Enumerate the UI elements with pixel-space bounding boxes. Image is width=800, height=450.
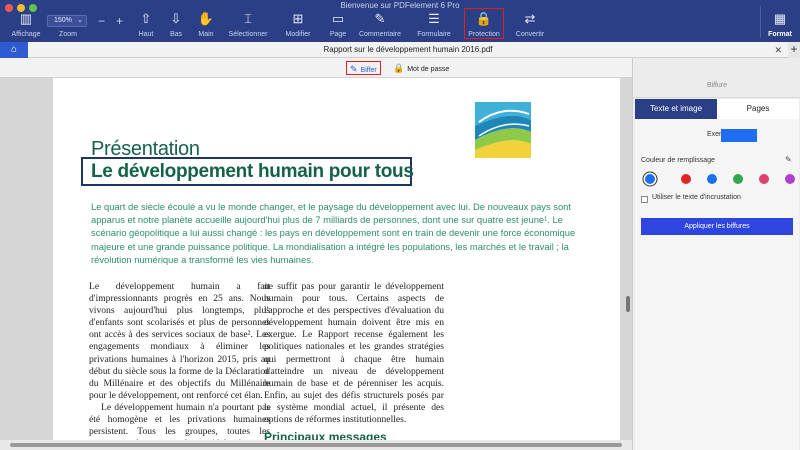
- fill-color-label: Couleur de remplissage: [641, 157, 715, 164]
- panel-body: Exen Couleur de remplissage ✎ Utiliser l…: [635, 119, 799, 450]
- apply-redactions-button[interactable]: Appliquer les biffures: [641, 218, 793, 235]
- toolbar-convertir[interactable]: ⇄ Convertir: [510, 9, 550, 38]
- page-up-icon: ⇧: [140, 11, 152, 26]
- password-button[interactable]: 🔒 Mot de passe: [390, 61, 452, 75]
- lock-icon: 🔒: [393, 63, 405, 73]
- toolbar-haut[interactable]: ⇧ Haut: [132, 9, 160, 38]
- zoom-in-button[interactable]: +: [116, 14, 123, 28]
- redaction-panel: Biffure Texte et image Pages Exen Couleu…: [632, 58, 800, 450]
- convert-icon: ⇄: [524, 11, 536, 26]
- hand-icon: ✋: [197, 11, 215, 26]
- zoom-select[interactable]: 150% ⌄: [47, 15, 87, 27]
- pdf-page[interactable]: Présentation Le développement humain pou…: [53, 78, 620, 450]
- close-icon[interactable]: ✕: [774, 42, 782, 58]
- protection-subtoolbar: ✎ Biffer 🔒 Mot de passe: [0, 58, 632, 78]
- zoom-out-button[interactable]: −: [98, 14, 105, 28]
- toolbar-zoom-label: Zoom: [59, 31, 77, 38]
- toolbar-page[interactable]: ▭ Page: [324, 9, 352, 38]
- vertical-scrollbar[interactable]: [626, 296, 630, 312]
- toolbar-modifier[interactable]: ⊞ Modifier: [280, 9, 316, 38]
- horizontal-scrollbar[interactable]: [10, 443, 622, 447]
- paragraph: Le développement humain a fait d'impress…: [89, 281, 270, 401]
- toolbar-selectionner[interactable]: ⌶ Sélectionner: [224, 9, 272, 38]
- toolbar-main[interactable]: ✋ Main: [192, 9, 220, 38]
- intro-paragraph: Le quart de siècle écoulé a vu le monde …: [91, 201, 576, 265]
- color-swatch[interactable]: [681, 174, 691, 184]
- paragraph: ne suffit pas pour garantir le développe…: [264, 281, 444, 426]
- color-swatch[interactable]: [645, 174, 655, 184]
- page-icon: ▭: [331, 11, 345, 26]
- chevron-down-icon: ⌄: [77, 17, 83, 24]
- tab-bar: ⌂ Rapport sur le développement humain 20…: [0, 42, 800, 58]
- main-heading-selected[interactable]: Le développement humain pour tous: [81, 157, 414, 186]
- color-swatch[interactable]: [733, 174, 743, 184]
- overlay-text-label: Utiliser le texte d'incrustation: [652, 194, 741, 201]
- report-logo: [475, 102, 531, 158]
- toolbar-format[interactable]: ▦ Format: [764, 9, 796, 38]
- color-swatch[interactable]: [785, 174, 795, 184]
- home-button[interactable]: ⌂: [0, 42, 28, 58]
- tab-pages[interactable]: Pages: [717, 99, 799, 119]
- panel-tabs: Texte et image Pages: [635, 99, 799, 119]
- form-icon: ☰: [428, 11, 440, 26]
- overlay-text-checkbox[interactable]: [641, 196, 648, 203]
- new-tab-button[interactable]: +: [788, 42, 800, 58]
- text-column-left: Le développement humain a fait d'impress…: [89, 281, 270, 450]
- comment-icon: ✎: [374, 11, 386, 26]
- format-icon: ▦: [773, 11, 787, 26]
- toolbar-bas[interactable]: ⇩ Bas: [162, 9, 190, 38]
- document-viewport[interactable]: Présentation Le développement humain pou…: [0, 78, 632, 450]
- text-column-right: ne suffit pas pour garantir le développe…: [264, 281, 444, 426]
- protection-highlight: [464, 8, 504, 39]
- sidebar-icon: ▥: [19, 11, 33, 26]
- edit-icon: ⊞: [292, 11, 304, 26]
- panel-title: Biffure: [633, 58, 800, 98]
- color-swatch[interactable]: [707, 174, 717, 184]
- toolbar-commentaire[interactable]: ✎ Commentaire: [356, 9, 404, 38]
- page-down-icon: ⇩: [170, 11, 182, 26]
- tab-document[interactable]: Rapport sur le développement humain 2016…: [28, 42, 788, 58]
- cursor-icon: ⌶: [244, 11, 252, 26]
- main-toolbar: Bienvenue sur PDFelement 6 Pro ▥ Afficha…: [0, 0, 800, 42]
- tab-text-image[interactable]: Texte et image: [635, 99, 717, 119]
- example-preview: [721, 129, 757, 142]
- toolbar-formulaire[interactable]: ☰ Formulaire: [412, 9, 456, 38]
- color-swatch[interactable]: [759, 174, 769, 184]
- redact-button[interactable]: ✎ Biffer: [346, 61, 381, 75]
- home-icon: ⌂: [10, 44, 18, 55]
- toolbar-affichage[interactable]: ▥ Affichage: [6, 9, 46, 38]
- eyedropper-icon[interactable]: ✎: [785, 155, 792, 164]
- toolbar-separator: [760, 6, 761, 38]
- redact-icon: ✎: [350, 64, 358, 74]
